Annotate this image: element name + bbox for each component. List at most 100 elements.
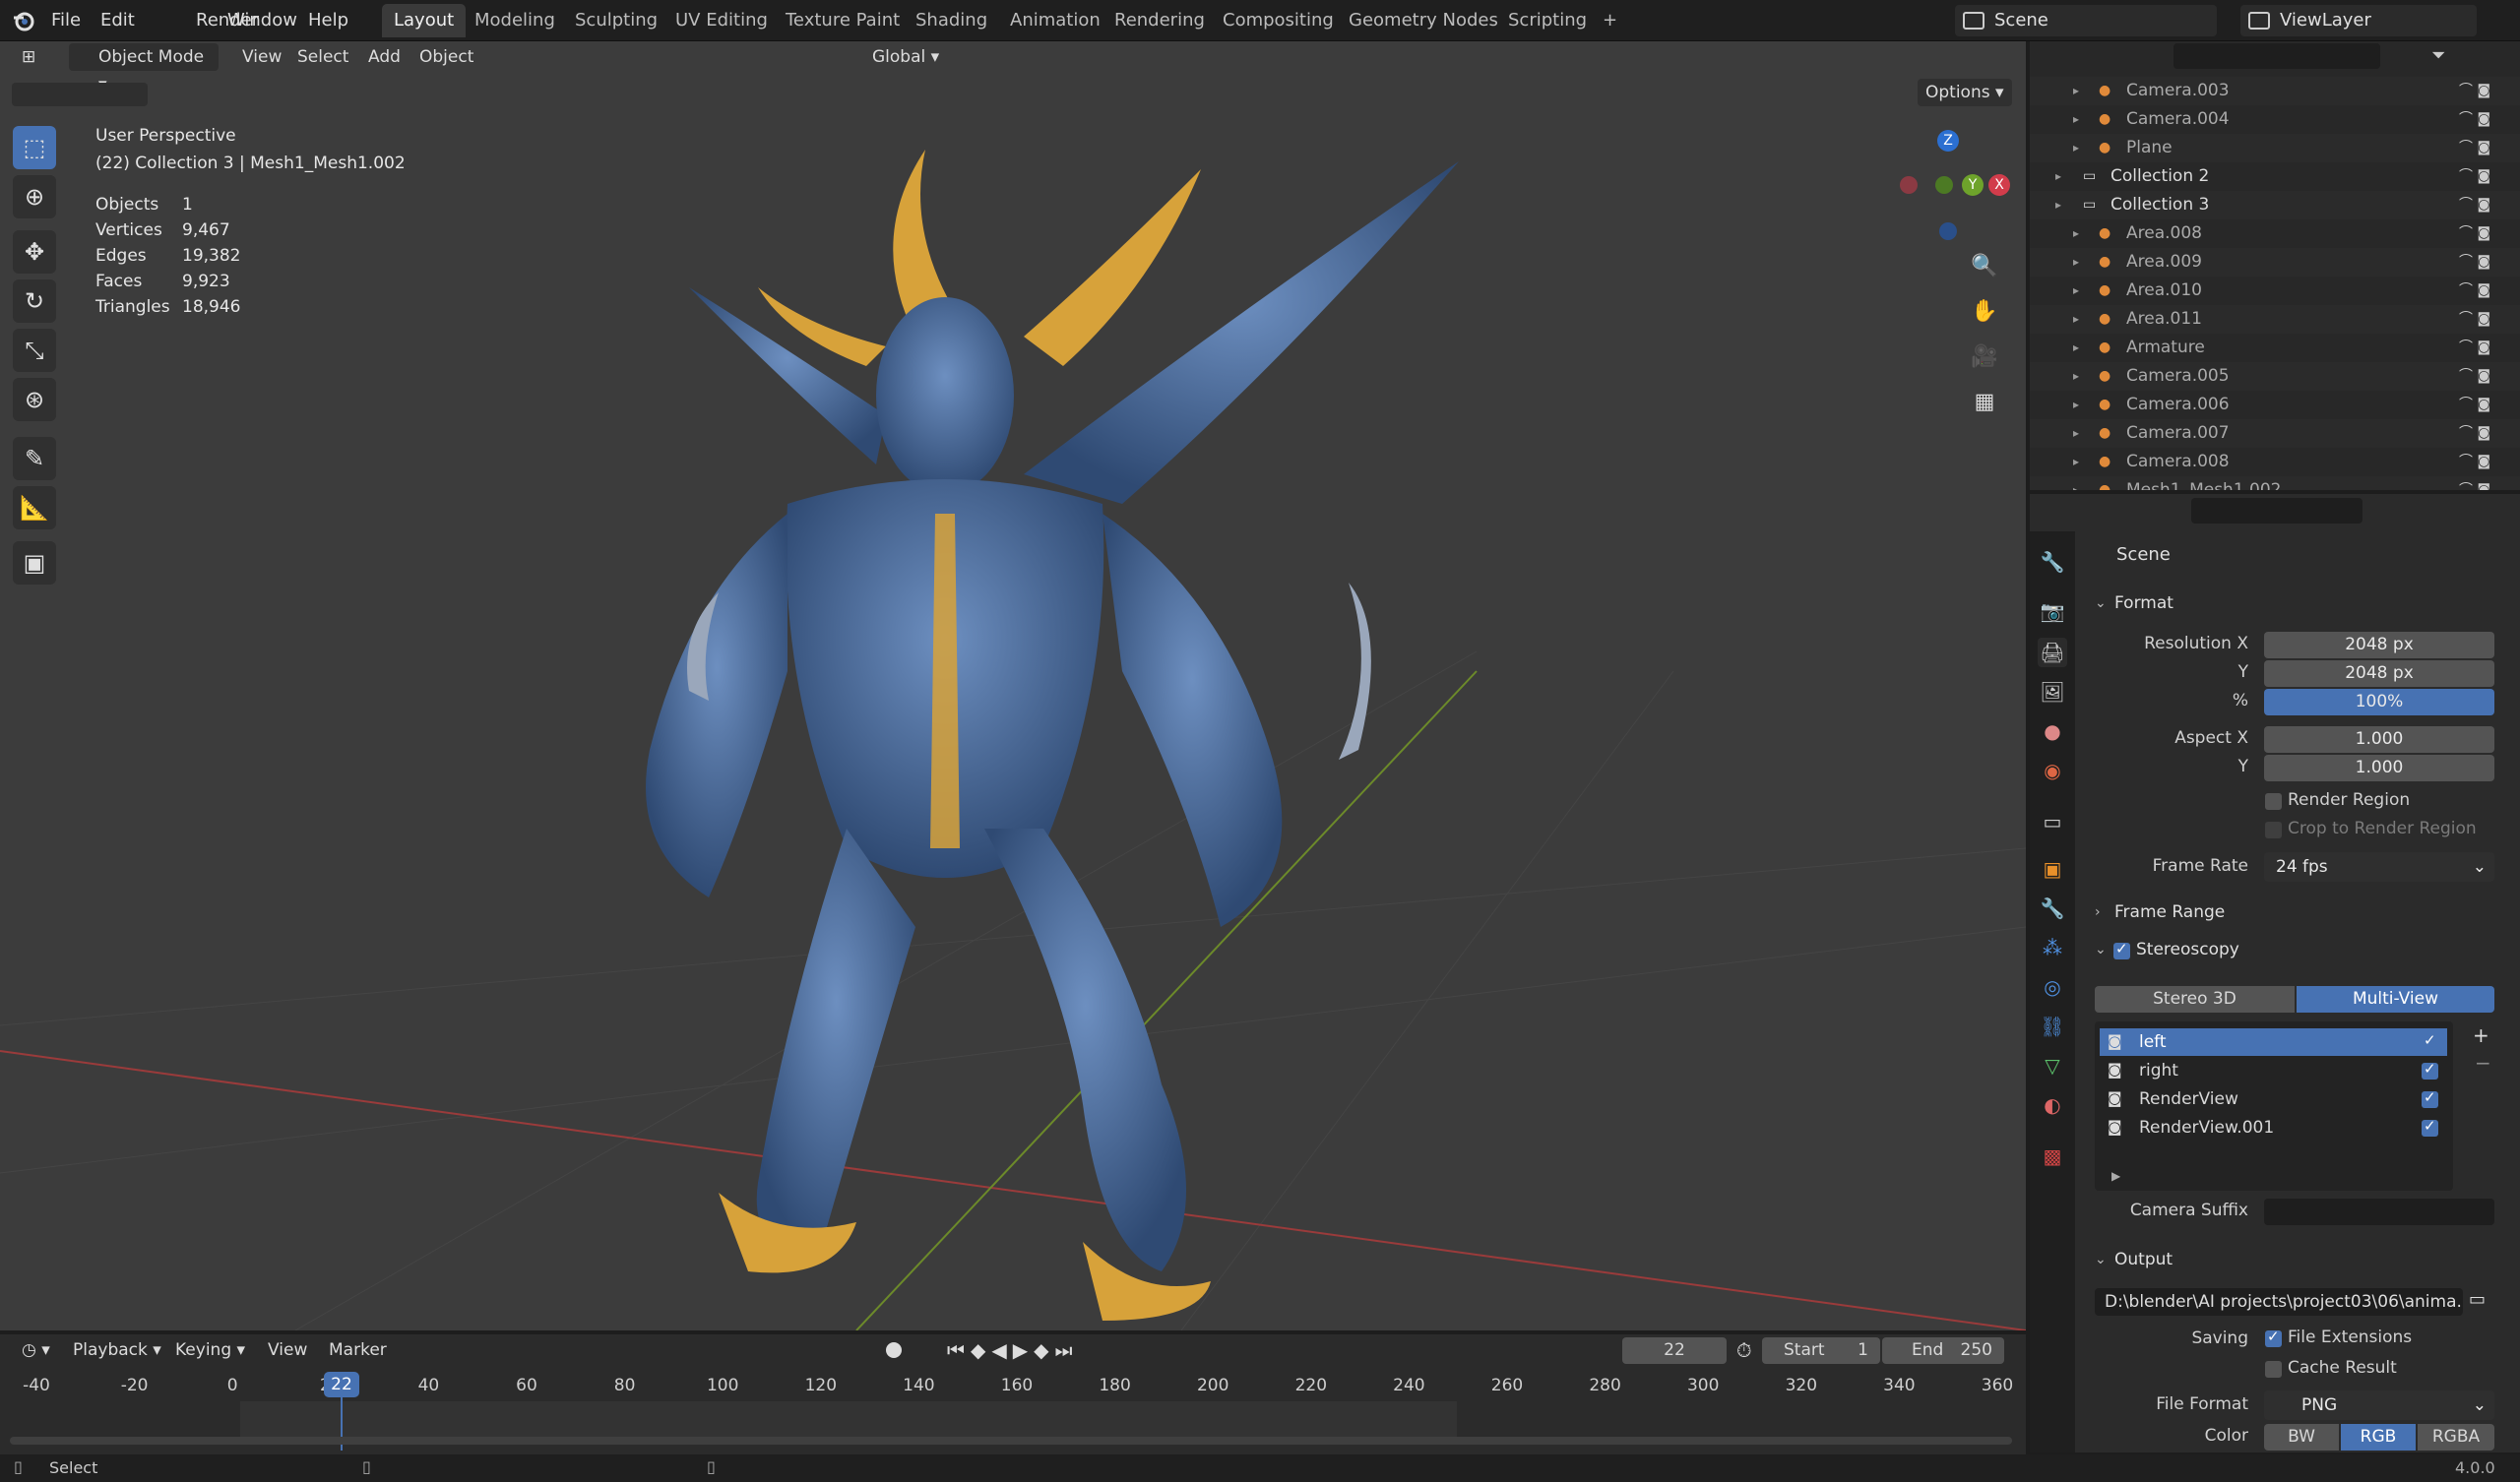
measure-tool-icon[interactable]: 📐 [13, 486, 56, 529]
tab-sculpting[interactable]: Sculpting [563, 4, 669, 37]
view-row-left[interactable]: left [2100, 1028, 2447, 1056]
gizmo-y-axis[interactable]: Y [1962, 174, 1984, 196]
stopwatch-icon[interactable]: ⏱ [1736, 1338, 1752, 1362]
file-format-dropdown[interactable]: PNG ⌄ [2264, 1390, 2494, 1420]
transform-tool-icon[interactable]: ⊛ [13, 378, 56, 421]
outliner-row[interactable]: ▸ ● Mesh1_Mesh1.002 ⌒ ◙ [2030, 476, 2520, 490]
visibility-toggle-icon[interactable]: ⌒ ◙ [2459, 391, 2490, 419]
tab-texture-paint[interactable]: Texture Paint [774, 4, 912, 37]
timeline-editor-type-icon[interactable]: ◷ ▾ [14, 1336, 58, 1364]
expand-arrow-icon[interactable]: ▸ [2073, 77, 2079, 105]
visibility-toggle-icon[interactable]: ⌒ ◙ [2459, 105, 2490, 134]
creature-mesh[interactable] [630, 140, 1459, 1321]
resolution-x-field[interactable]: 2048 px [2264, 632, 2494, 658]
folder-icon[interactable]: ▭ [2469, 1289, 2486, 1310]
expand-arrow-icon[interactable]: ▸ [2073, 105, 2079, 134]
color-rgba-button[interactable]: RGBA [2418, 1424, 2494, 1451]
file-extensions-checkbox[interactable] [2265, 1328, 2282, 1347]
tab-animation[interactable]: Animation [998, 4, 1112, 37]
start-frame-field[interactable]: Start 1 [1762, 1337, 1880, 1364]
record-button-icon[interactable] [886, 1342, 902, 1358]
menu-file[interactable]: File [43, 6, 89, 35]
camera-suffix-field[interactable] [2264, 1199, 2494, 1225]
outliner-row[interactable]: ▸ ● Camera.006 ⌒ ◙ [2030, 391, 2520, 419]
pan-hand-icon[interactable]: ✋ [1967, 293, 2002, 329]
outliner-row[interactable]: ▸ ● Area.010 ⌒ ◙ [2030, 277, 2520, 305]
view-row-renderview-001[interactable]: RenderView.001 [2100, 1114, 2447, 1142]
view-row-renderview[interactable]: RenderView [2100, 1085, 2447, 1113]
view-enabled-checkbox[interactable] [2422, 1117, 2438, 1137]
outliner-row[interactable]: ▸ ● Camera.003 ⌒ ◙ [2030, 77, 2520, 105]
material-tab-icon[interactable]: ◐ [2038, 1090, 2067, 1120]
aspect-y-field[interactable]: 1.000 [2264, 755, 2494, 781]
panel-stereoscopy-header[interactable]: ⌄ Stereoscopy [2087, 933, 2504, 966]
outliner-row[interactable]: ▸ ▭ Collection 3 ⌒ ◙ [2030, 191, 2520, 219]
scene-selector[interactable]: Scene [1955, 5, 2217, 36]
panel-format-header[interactable]: ⌄ Format [2087, 587, 2504, 620]
visibility-toggle-icon[interactable]: ⌒ ◙ [2459, 419, 2490, 448]
visibility-toggle-icon[interactable]: ⌒ ◙ [2459, 334, 2490, 362]
gizmo-neg-x[interactable] [1900, 176, 1918, 194]
perspective-toggle-icon[interactable]: ▦ [1967, 384, 2002, 419]
playhead[interactable]: 22 [324, 1372, 359, 1397]
view-enabled-checkbox[interactable] [2422, 1031, 2438, 1051]
select-mode-buttons[interactable] [12, 83, 148, 106]
list-expand-icon[interactable]: ▶ [2111, 1169, 2120, 1183]
gizmo-x-axis[interactable]: X [1988, 174, 2010, 196]
menu-help[interactable]: Help [300, 6, 356, 35]
visibility-toggle-icon[interactable]: ⌒ ◙ [2459, 162, 2490, 191]
stereoscopy-checkbox[interactable] [2113, 940, 2130, 959]
tab-geometry-nodes[interactable]: Geometry Nodes [1337, 4, 1510, 37]
view-enabled-checkbox[interactable] [2422, 1088, 2438, 1108]
menu-select[interactable]: Select [289, 43, 356, 71]
expand-arrow-icon[interactable]: ▸ [2073, 277, 2079, 305]
3d-viewport[interactable] [0, 41, 2026, 1330]
outliner[interactable]: ⏷ ▸ ● Camera.003 ⌒ ◙ ▸ ● Camera.004 ⌒ ◙ ▸ ● Plane ⌒… [2030, 41, 2520, 490]
resolution-y-field[interactable]: 2048 px [2264, 660, 2494, 687]
render-region-checkbox[interactable] [2265, 793, 2282, 810]
tab-shading[interactable]: Shading [904, 4, 999, 37]
remove-view-icon[interactable]: − [2475, 1051, 2491, 1075]
expand-arrow-icon[interactable]: ▸ [2073, 305, 2079, 334]
expand-arrow-icon[interactable]: ▸ [2073, 391, 2079, 419]
resolution-percent-slider[interactable]: 100% [2264, 689, 2494, 715]
stereo-mode-button[interactable]: Stereo 3D [2095, 986, 2295, 1013]
visibility-toggle-icon[interactable]: ⌒ ◙ [2459, 248, 2490, 277]
particles-tab-icon[interactable]: ⁂ [2038, 933, 2067, 962]
gizmo-z-axis[interactable]: Z [1937, 130, 1959, 152]
constraints-tab-icon[interactable]: ⛓ [2038, 1012, 2067, 1041]
data-tab-icon[interactable]: ▽ [2038, 1051, 2067, 1081]
crop-region-checkbox[interactable] [2265, 822, 2282, 838]
expand-arrow-icon[interactable]: ▸ [2073, 476, 2079, 490]
view-row-right[interactable]: right [2100, 1057, 2447, 1084]
menu-timeline-view[interactable]: View [260, 1336, 315, 1364]
end-frame-field[interactable]: End 250 [1882, 1337, 2004, 1364]
zoom-icon[interactable]: 🔍 [1967, 248, 2002, 283]
output-path-field[interactable]: D:\blender\AI projects\project03\06\anim… [2095, 1288, 2463, 1316]
expand-arrow-icon[interactable]: ▸ [2073, 334, 2079, 362]
physics-tab-icon[interactable]: ◎ [2038, 972, 2067, 1002]
menu-playback[interactable]: Playback ▾ [65, 1336, 169, 1364]
visibility-toggle-icon[interactable]: ⌒ ◙ [2459, 134, 2490, 162]
outliner-row[interactable]: ▸ ● Armature ⌒ ◙ [2030, 334, 2520, 362]
view-layer-tab-icon[interactable]: 🖼 [2038, 677, 2067, 707]
menu-view[interactable]: View [234, 43, 289, 71]
timeline-scrollbar[interactable] [10, 1437, 2012, 1445]
tab-rendering[interactable]: Rendering [1102, 4, 1217, 37]
scale-tool-icon[interactable]: ⤡ [13, 329, 56, 372]
texture-tab-icon[interactable]: ▩ [2038, 1142, 2067, 1171]
menu-marker[interactable]: Marker [321, 1336, 395, 1364]
outliner-row[interactable]: ▸ ● Area.008 ⌒ ◙ [2030, 219, 2520, 248]
add-workspace-icon[interactable]: + [1591, 4, 1629, 37]
menu-keying[interactable]: Keying ▾ [167, 1336, 253, 1364]
outliner-row[interactable]: ▸ ● Camera.008 ⌒ ◙ [2030, 448, 2520, 476]
outliner-row[interactable]: ▸ ● Plane ⌒ ◙ [2030, 134, 2520, 162]
output-tab-icon[interactable]: 🖨 [2038, 638, 2067, 667]
scene-tab-icon[interactable]: ● [2038, 716, 2067, 746]
cache-result-checkbox[interactable] [2265, 1361, 2282, 1378]
frame-rate-dropdown[interactable]: 24 fps ⌄ [2264, 852, 2494, 882]
expand-arrow-icon[interactable]: ▸ [2073, 419, 2079, 448]
color-bw-button[interactable]: BW [2264, 1424, 2339, 1451]
visibility-toggle-icon[interactable]: ⌒ ◙ [2459, 191, 2490, 219]
tab-modeling[interactable]: Modeling [463, 4, 567, 37]
